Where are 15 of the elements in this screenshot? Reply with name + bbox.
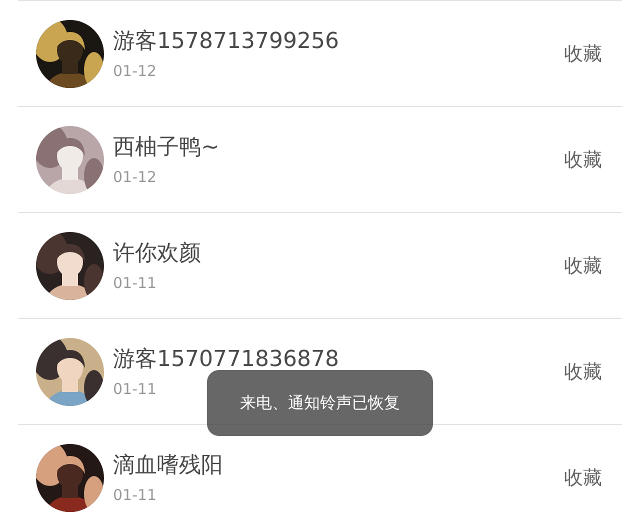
- favorite-button[interactable]: 收藏: [560, 248, 606, 282]
- user-name: 西柚子鸭~: [113, 134, 220, 162]
- date: 01-11: [113, 380, 157, 398]
- favorite-button[interactable]: 收藏: [560, 460, 606, 494]
- favorite-button[interactable]: 收藏: [560, 354, 606, 388]
- date: 01-12: [113, 168, 157, 186]
- date: 01-11: [113, 274, 157, 292]
- toast: 来电、通知铃声已恢复: [207, 370, 433, 436]
- user-name: 许你欢颜: [113, 240, 201, 268]
- user-name: 滴血嗜残阳: [113, 452, 223, 480]
- favorite-button[interactable]: 收藏: [560, 142, 606, 176]
- date: 01-11: [113, 486, 157, 504]
- date: 01-12: [113, 62, 157, 80]
- user-name: 游客1578713799256: [113, 28, 339, 56]
- favorite-button[interactable]: 收藏: [560, 36, 606, 70]
